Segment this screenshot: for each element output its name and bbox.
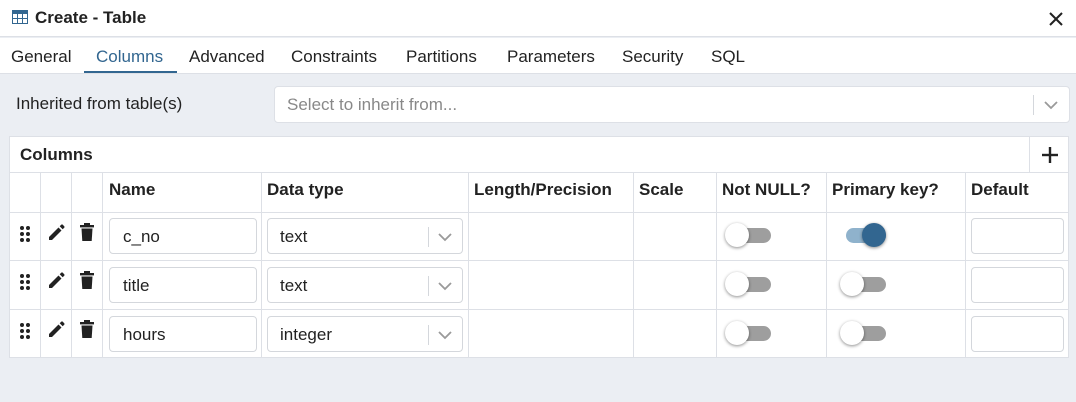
primary-key-toggle[interactable]: [840, 222, 890, 248]
inherit-label: Inherited from table(s): [16, 94, 183, 113]
column-name-input[interactable]: c_no: [109, 218, 257, 254]
default-value-input[interactable]: [971, 316, 1064, 352]
table-icon: [12, 10, 28, 24]
grid-line: [826, 172, 827, 358]
data-type-select[interactable]: text: [267, 267, 463, 303]
chevron-down-icon[interactable]: [437, 230, 453, 244]
chevron-down-icon[interactable]: [437, 328, 453, 342]
drag-handle-icon[interactable]: [16, 321, 34, 341]
tab-bar: General Columns Advanced Constraints Par…: [0, 38, 1076, 74]
data-type-value: integer: [280, 325, 332, 344]
active-tab-indicator: [84, 71, 177, 73]
primary-key-toggle[interactable]: [840, 271, 890, 297]
header-length-precision[interactable]: Length/Precision: [474, 180, 612, 200]
drag-handle-icon[interactable]: [16, 224, 34, 244]
select-separator: [428, 227, 429, 247]
edit-icon[interactable]: [47, 223, 65, 243]
dialog-titlebar: Create - Table: [0, 0, 1076, 37]
grid-line: [261, 172, 262, 358]
delete-icon[interactable]: [78, 270, 96, 290]
drag-handle-icon[interactable]: [16, 272, 34, 292]
not-null-toggle[interactable]: [725, 271, 775, 297]
not-null-toggle[interactable]: [725, 222, 775, 248]
select-separator: [428, 325, 429, 345]
header-scale[interactable]: Scale: [639, 180, 683, 200]
add-column-button[interactable]: [1029, 137, 1069, 172]
data-type-select[interactable]: integer: [267, 316, 463, 352]
data-type-select[interactable]: text: [267, 218, 463, 254]
chevron-down-icon[interactable]: [437, 279, 453, 293]
columns-panel-title: Columns: [20, 145, 93, 164]
chevron-down-icon[interactable]: [1043, 98, 1059, 112]
header-not-null[interactable]: Not NULL?: [722, 180, 811, 200]
default-value-input[interactable]: [971, 267, 1064, 303]
close-icon[interactable]: [1045, 8, 1067, 30]
tab-parameters[interactable]: Parameters: [507, 47, 595, 67]
edit-icon[interactable]: [47, 320, 65, 340]
primary-key-toggle[interactable]: [840, 320, 890, 346]
grid-line: [71, 172, 72, 358]
plus-icon: [1042, 147, 1058, 163]
not-null-toggle[interactable]: [725, 320, 775, 346]
grid-line: [633, 172, 634, 358]
grid-line: [10, 212, 1068, 213]
grid-line: [10, 260, 1068, 261]
tab-partitions[interactable]: Partitions: [406, 47, 477, 67]
header-data-type[interactable]: Data type: [267, 180, 344, 200]
edit-icon[interactable]: [47, 271, 65, 291]
header-name[interactable]: Name: [109, 180, 155, 200]
column-name-input[interactable]: hours: [109, 316, 257, 352]
inherit-select[interactable]: Select to inherit from...: [274, 86, 1070, 123]
column-name-input[interactable]: title: [109, 267, 257, 303]
select-separator: [1033, 95, 1034, 115]
columns-grid: Name Data type Length/Precision Scale No…: [10, 172, 1068, 358]
tab-security[interactable]: Security: [622, 47, 683, 67]
grid-line: [102, 172, 103, 358]
data-type-value: text: [280, 227, 308, 246]
grid-line: [965, 172, 966, 358]
dialog-title: Create - Table: [35, 8, 147, 27]
tab-columns[interactable]: Columns: [96, 47, 163, 67]
data-type-value: text: [280, 276, 308, 295]
tab-advanced[interactable]: Advanced: [189, 47, 265, 67]
grid-line: [40, 172, 41, 358]
columns-panel: Columns Name Data type Length/Precision …: [9, 136, 1069, 358]
inherit-placeholder: Select to inherit from...: [287, 95, 458, 114]
tab-constraints[interactable]: Constraints: [291, 47, 377, 67]
select-separator: [428, 276, 429, 296]
delete-icon[interactable]: [78, 319, 96, 339]
delete-icon[interactable]: [78, 222, 96, 242]
tab-general[interactable]: General: [11, 47, 71, 67]
grid-line: [716, 172, 717, 358]
header-default[interactable]: Default: [971, 180, 1029, 200]
default-value-input[interactable]: [971, 218, 1064, 254]
header-primary-key[interactable]: Primary key?: [832, 180, 939, 200]
grid-line: [10, 309, 1068, 310]
grid-line: [10, 172, 1068, 173]
tab-sql[interactable]: SQL: [711, 47, 745, 67]
grid-line: [468, 172, 469, 358]
